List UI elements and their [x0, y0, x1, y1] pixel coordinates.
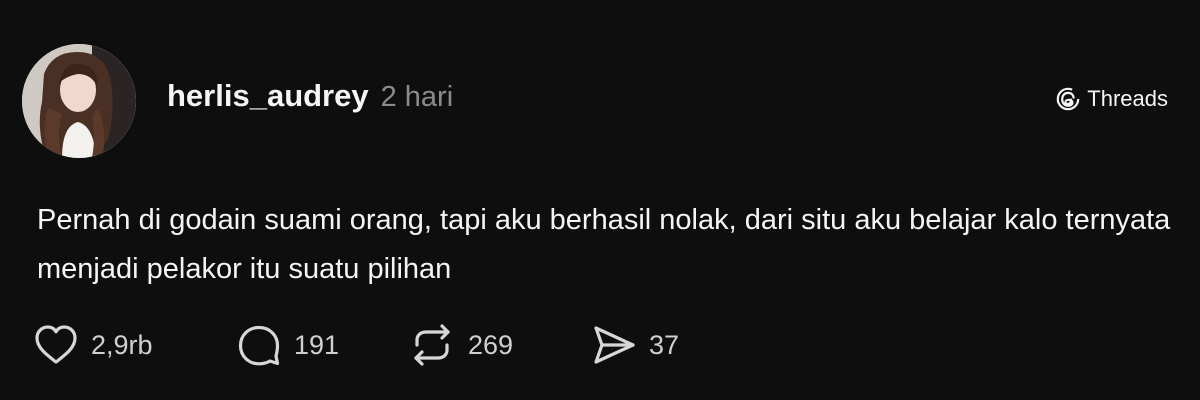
- threads-post: herlis_audrey 2 hari Threads Pernah di g…: [0, 0, 1200, 400]
- share-count: 37: [649, 329, 680, 360]
- comment-bubble-icon: [238, 325, 280, 366]
- username[interactable]: herlis_audrey: [167, 78, 369, 114]
- threads-logo-icon: [1056, 87, 1080, 111]
- avatar[interactable]: [22, 44, 136, 158]
- like-count: 2,9rb: [91, 329, 153, 360]
- reply-button[interactable]: 191: [236, 323, 339, 367]
- post-timestamp[interactable]: 2 hari: [381, 81, 454, 114]
- repost-button[interactable]: 269: [408, 323, 513, 367]
- threads-brand[interactable]: Threads: [1055, 86, 1168, 112]
- brand-label: Threads: [1087, 86, 1168, 111]
- like-button[interactable]: 2,9rb: [33, 323, 153, 367]
- repost-icon: [414, 324, 450, 366]
- post-text: Pernah di godain suami orang, tapi aku b…: [37, 204, 1171, 285]
- avatar-photo: [22, 44, 136, 158]
- send-icon: [594, 326, 635, 364]
- reply-count: 191: [294, 329, 340, 360]
- post-header: herlis_audrey 2 hari: [167, 78, 453, 114]
- heart-icon: [35, 325, 77, 364]
- share-button[interactable]: 37: [591, 323, 679, 367]
- repost-count: 269: [468, 329, 514, 360]
